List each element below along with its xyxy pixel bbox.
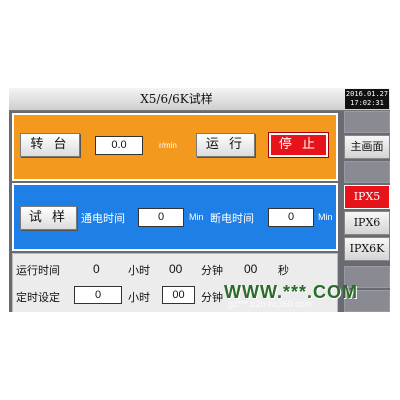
runtime-seconds: 00 bbox=[244, 262, 258, 276]
on-time-input[interactable]: 0 bbox=[138, 208, 184, 227]
clock-display: 2016.01.27 17:02:31 bbox=[345, 89, 389, 109]
timer-minutes-input[interactable]: 00 bbox=[162, 286, 195, 304]
turntable-panel: 转 台 0.0 r/min 运 行 停 止 bbox=[12, 113, 338, 181]
menu-ipx5-button[interactable]: IPX5 bbox=[344, 185, 390, 209]
runtime-hours: 0 bbox=[93, 262, 100, 276]
clock-date: 2016.01.27 bbox=[345, 90, 389, 98]
timer-minute-label: 分钟 bbox=[201, 291, 223, 304]
runtime-minutes: 00 bbox=[169, 262, 183, 276]
stop-button[interactable]: 停 止 bbox=[269, 133, 328, 157]
clock-time: 17:02:31 bbox=[350, 99, 384, 107]
watermark-sub: gz***.b2b.hc360.com bbox=[228, 299, 313, 309]
test-button[interactable]: 试 样 bbox=[20, 206, 77, 230]
runtime-second-label: 秒 bbox=[278, 264, 289, 277]
menu-blank-2 bbox=[344, 161, 390, 183]
off-time-label: 断电时间 bbox=[210, 212, 254, 225]
menu-main-button[interactable]: 主画面 bbox=[344, 135, 390, 159]
timer-label: 定时设定 bbox=[16, 291, 60, 304]
run-button[interactable]: 运 行 bbox=[196, 133, 255, 157]
off-time-unit: Min bbox=[318, 212, 333, 222]
speed-input[interactable]: 0.0 bbox=[95, 136, 143, 155]
runtime-hour-label: 小时 bbox=[128, 264, 150, 277]
speed-unit: r/min bbox=[159, 141, 177, 150]
test-panel: 试 样 通电时间 0 Min 断电时间 0 Min bbox=[12, 183, 338, 251]
timer-hour-label: 小时 bbox=[128, 291, 150, 304]
on-time-unit: Min bbox=[189, 212, 204, 222]
menu-ipx6k-button[interactable]: IPX6K bbox=[344, 237, 390, 261]
on-time-label: 通电时间 bbox=[81, 212, 125, 225]
hmi-screen: X5/6/6K试样 2016.01.27 17:02:31 转 台 0.0 r/… bbox=[9, 88, 390, 312]
screen-title: X5/6/6K试样 bbox=[140, 92, 213, 106]
runtime-label: 运行时间 bbox=[16, 264, 60, 277]
runtime-minute-label: 分钟 bbox=[201, 264, 223, 277]
title-bar: X5/6/6K试样 2016.01.27 17:02:31 bbox=[9, 88, 390, 111]
timer-hours-input[interactable]: 0 bbox=[74, 286, 122, 304]
turntable-button[interactable]: 转 台 bbox=[20, 133, 80, 157]
off-time-input[interactable]: 0 bbox=[268, 208, 314, 227]
menu-ipx6-button[interactable]: IPX6 bbox=[344, 211, 390, 235]
menu-blank-top bbox=[344, 111, 390, 133]
